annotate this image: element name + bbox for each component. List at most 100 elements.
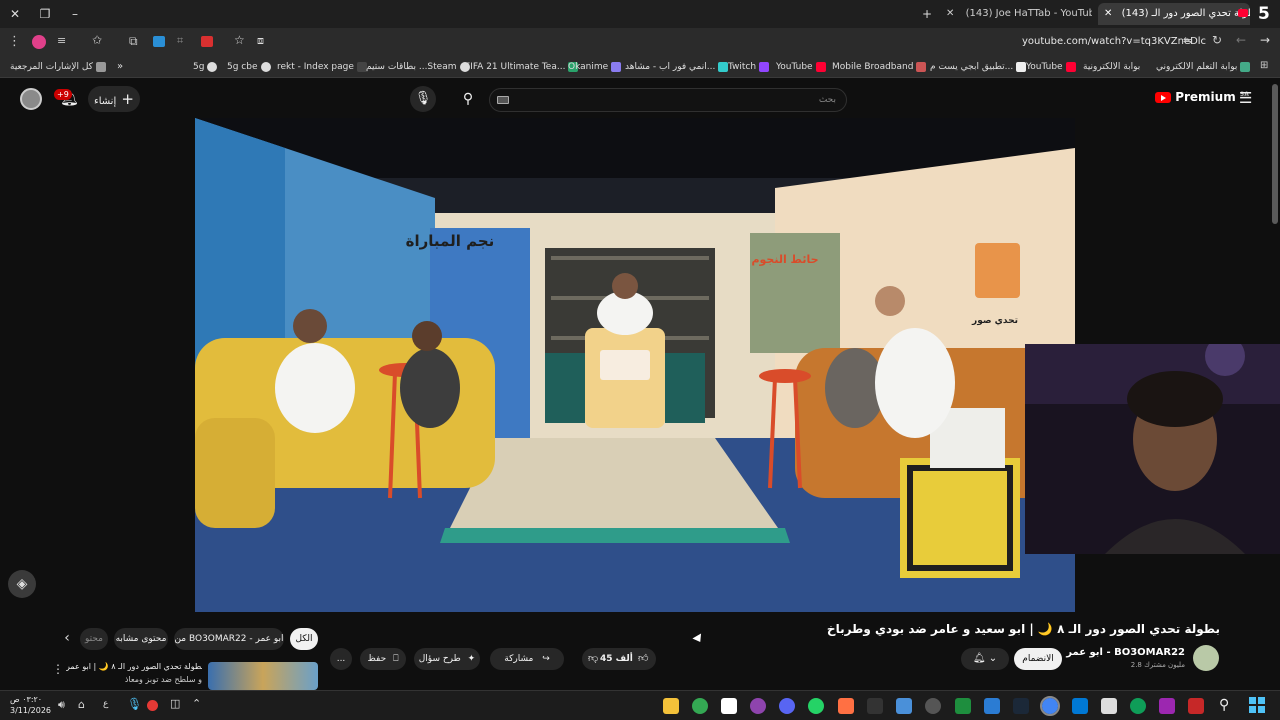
reading-list-icon[interactable]: ≡ <box>57 34 66 47</box>
next-video-title[interactable]: بطولة تحدي الصور دور الـ ٨ 🌙 | ابو عمر <box>66 662 202 671</box>
restore-window-icon[interactable]: ❐ <box>34 4 56 24</box>
refresh-icon[interactable]: ↻ <box>1212 33 1222 47</box>
outlook-icon[interactable] <box>1072 698 1088 714</box>
subscribed-button[interactable]: 🔔︎ ⌄ <box>961 648 1009 670</box>
new-tab-icon[interactable]: + <box>916 4 938 24</box>
tray-app-icon[interactable]: ◫ <box>170 697 180 710</box>
chrome-active-icon[interactable] <box>1040 696 1060 716</box>
chips-scroll-left-icon[interactable]: ‹ <box>58 630 76 650</box>
youtube-logo-icon <box>1155 92 1171 103</box>
store-icon[interactable] <box>1101 698 1117 714</box>
bookmark-item[interactable]: rekt - Index page <box>277 60 370 74</box>
dislike-icon[interactable]: 👎︎ <box>588 648 598 670</box>
search-icon[interactable]: ⚲ <box>455 87 481 111</box>
create-button[interactable]: إنشاء + <box>88 86 140 112</box>
microphone-tray-icon[interactable]: 🎙︎ <box>127 697 142 711</box>
save-button[interactable]: حفظ ⎕ <box>360 648 406 670</box>
avatar[interactable] <box>20 88 42 110</box>
discord-icon[interactable] <box>779 698 795 714</box>
bookmark-item[interactable]: YouTube <box>1026 60 1079 74</box>
bookmark-item[interactable]: انمي فور اب - مشاهد... <box>625 60 731 74</box>
more-actions-button[interactable]: ... <box>330 648 352 670</box>
steam-icon[interactable] <box>1013 698 1029 714</box>
bookmark-item[interactable]: 5g <box>193 60 220 74</box>
video-player[interactable]: نجم المباراة حائط النجوم تحدي صور <box>195 118 1075 612</box>
tab-close-icon[interactable]: ✕ <box>1104 8 1112 19</box>
join-button[interactable]: الانضمام <box>1014 648 1062 670</box>
taskbar-app-icon[interactable] <box>1188 698 1204 714</box>
site-settings-icon[interactable]: ⇋ <box>1183 34 1192 47</box>
next-video-thumbnail[interactable] <box>208 662 318 690</box>
ask-button[interactable]: طرح سؤال ✦ <box>414 648 480 670</box>
bookmark-item[interactable]: 5g cbe <box>227 60 274 74</box>
profile-icon[interactable] <box>32 35 46 49</box>
back-icon[interactable]: → <box>1260 33 1270 47</box>
volume-icon[interactable]: 🔊︎ <box>58 698 65 712</box>
search-input[interactable]: بحث <box>489 88 847 112</box>
like-icon[interactable]: 👍︎ <box>638 648 648 670</box>
xbox-icon[interactable] <box>955 698 971 714</box>
bookmark-item[interactable]: FIFA 21 Ultimate Tea... <box>465 60 581 74</box>
forward-icon[interactable]: ← <box>1236 33 1246 47</box>
whatsapp-icon[interactable] <box>808 698 824 714</box>
share-button[interactable]: مشاركة ↪ <box>490 648 564 670</box>
channel-avatar[interactable] <box>1193 645 1219 671</box>
tab-current-video[interactable]: ✕ (143) بطولة تحدي الصور دور الـ <box>1098 3 1250 25</box>
tab-joe-hattab[interactable]: ✕ (143) Joe HaTTab - YouTube <box>942 3 1092 25</box>
taskbar-app-icon[interactable] <box>750 698 766 714</box>
taskbar-app-icon[interactable] <box>721 698 737 714</box>
extension-icon[interactable]: ⌗ <box>177 34 183 48</box>
next-video-menu-icon[interactable]: ⋮ <box>52 662 64 676</box>
streamer-webcam-image <box>1025 344 1280 554</box>
menu-dots-icon[interactable]: ⋮ <box>8 34 21 49</box>
keyboard-icon[interactable] <box>497 96 509 104</box>
chip-from-channel[interactable]: من BO3OMAR22 - ابو عمر <box>174 628 284 650</box>
bookmark-item[interactable]: بوابة التعلم الالكتروني <box>1156 60 1253 74</box>
bookmarks-overflow-icon[interactable]: » <box>117 60 123 74</box>
page-scrollbar[interactable] <box>1272 84 1278 224</box>
input-language[interactable]: ع <box>103 699 108 709</box>
hamburger-menu-icon[interactable]: ☰ <box>1239 89 1252 107</box>
favorites-icon[interactable]: ✩ <box>92 33 102 47</box>
tab-close-icon[interactable]: ✕ <box>946 8 954 19</box>
address-bar[interactable]: youtube.com/watch?v=tq3KVZneDlc <box>1022 36 1206 47</box>
apps-grid-icon[interactable]: ⊞ <box>1260 60 1268 71</box>
bookmark-item[interactable]: Okanime <box>568 60 624 74</box>
bookmark-star-icon[interactable]: ☆ <box>234 33 245 47</box>
clock[interactable]: ٠٣:٢٠ ص 3/11/2026 <box>10 694 51 716</box>
voice-search-icon[interactable]: 🎙︎ <box>410 86 436 112</box>
network-icon[interactable]: ⌂ <box>78 698 85 711</box>
bookmark-item[interactable]: بوابة الالكترونية <box>1083 60 1140 74</box>
extension-icon[interactable] <box>153 36 165 47</box>
file-explorer-icon[interactable] <box>663 698 679 714</box>
taskbar-app-icon[interactable] <box>838 698 854 714</box>
record-tray-icon[interactable] <box>147 700 158 711</box>
bookmark-item[interactable]: YouTube <box>776 60 829 74</box>
edge-icon[interactable] <box>984 698 1000 714</box>
split-screen-icon[interactable]: ⧈ <box>257 34 264 48</box>
extensions-icon[interactable]: ⧉ <box>129 34 138 49</box>
bookmark-item[interactable]: بطاقات ستيم ...Steam <box>366 60 473 74</box>
bookmark-item[interactable]: تطبيق ابجي يست م... <box>930 60 1029 74</box>
close-window-icon[interactable]: ✕ <box>4 4 26 24</box>
copilot-icon[interactable] <box>1159 698 1175 714</box>
bookmark-all-folder[interactable]: كل الإشارات المرجعية <box>10 60 109 74</box>
channel-name[interactable]: ابو عمر - BO3OMAR22 <box>1066 647 1185 658</box>
windows-start-icon[interactable] <box>1249 697 1265 713</box>
chip-related[interactable]: محتوى مشابه <box>114 628 168 650</box>
show-hidden-icons-icon[interactable]: ⌃ <box>192 697 201 710</box>
obs-icon[interactable] <box>925 698 941 714</box>
taskbar-app-icon[interactable] <box>1130 698 1146 714</box>
chrome-icon[interactable] <box>692 698 708 714</box>
chip-partial[interactable]: محتو <box>80 628 108 650</box>
search-taskbar-icon[interactable]: ⚲ <box>1219 697 1229 713</box>
youtube-premium-logo[interactable]: Premium SA <box>1155 90 1249 108</box>
adblock-icon[interactable] <box>201 36 213 47</box>
minimize-window-icon[interactable]: – <box>64 4 86 24</box>
taskbar-app-icon[interactable] <box>896 698 912 714</box>
channel-watermark-icon[interactable]: ◈ <box>8 570 36 598</box>
taskbar-app-icon[interactable] <box>867 698 883 714</box>
bookmark-item[interactable]: Mobile Broadband <box>832 60 929 74</box>
bookmark-item[interactable]: Twitch <box>728 60 772 74</box>
chip-all[interactable]: الكل <box>290 628 318 650</box>
